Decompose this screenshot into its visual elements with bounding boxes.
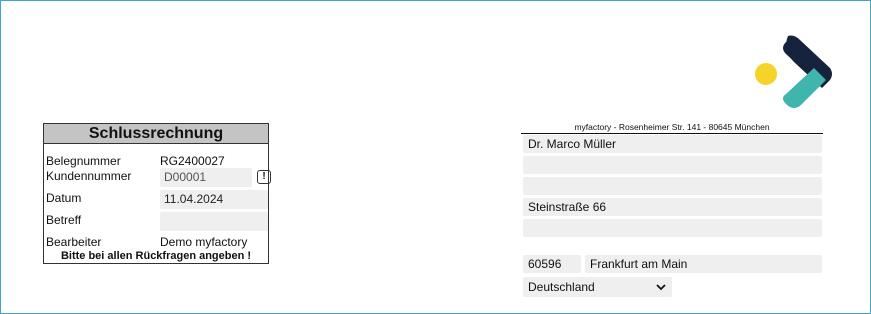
datum-label: Datum bbox=[46, 191, 82, 205]
bearbeiter-label: Bearbeiter bbox=[46, 235, 102, 249]
bearbeiter-row: Bearbeiter Demo myfactory bbox=[46, 232, 268, 252]
address-line5-field[interactable] bbox=[523, 219, 822, 237]
sender-line: myfactory - Rosenheimer Str. 141 - 80645… bbox=[521, 122, 823, 134]
betreff-label: Betreff bbox=[46, 213, 82, 227]
info-button[interactable]: ! bbox=[257, 170, 271, 184]
city-field[interactable]: Frankfurt am Main bbox=[585, 255, 822, 273]
document-title: Schlussrechnung bbox=[44, 124, 268, 144]
address-line3-field[interactable] bbox=[523, 177, 822, 195]
kundennummer-label: Kundennummer bbox=[46, 169, 132, 183]
document-info-box: Schlussrechnung Belegnummer RG2400027 Ku… bbox=[43, 123, 271, 264]
zip-field[interactable]: 60596 bbox=[523, 255, 581, 273]
address-street-field[interactable]: Steinstraße 66 bbox=[523, 198, 822, 216]
bearbeiter-value: Demo myfactory bbox=[160, 235, 248, 249]
inquiry-note: Bitte bei allen Rückfragen angeben ! bbox=[60, 250, 252, 262]
address-line2-field[interactable] bbox=[523, 156, 822, 174]
datum-field[interactable]: 11.04.2024 bbox=[160, 190, 268, 209]
myfactory-logo-icon bbox=[755, 35, 832, 108]
kundennummer-row: Kundennummer D00001 ! bbox=[46, 168, 271, 188]
kundennummer-field[interactable]: D00001 bbox=[160, 168, 252, 187]
address-name-field[interactable]: Dr. Marco Müller bbox=[523, 135, 822, 153]
betreff-row: Betreff bbox=[46, 212, 268, 232]
datum-row: Datum 11.04.2024 bbox=[46, 190, 268, 210]
betreff-field[interactable] bbox=[160, 212, 268, 231]
country-select-value: Deutschland bbox=[528, 280, 595, 294]
belegnummer-label: Belegnummer bbox=[46, 154, 121, 168]
chevron-down-icon bbox=[656, 284, 666, 291]
belegnummer-value: RG2400027 bbox=[160, 154, 225, 168]
country-select[interactable]: Deutschland bbox=[523, 277, 672, 297]
